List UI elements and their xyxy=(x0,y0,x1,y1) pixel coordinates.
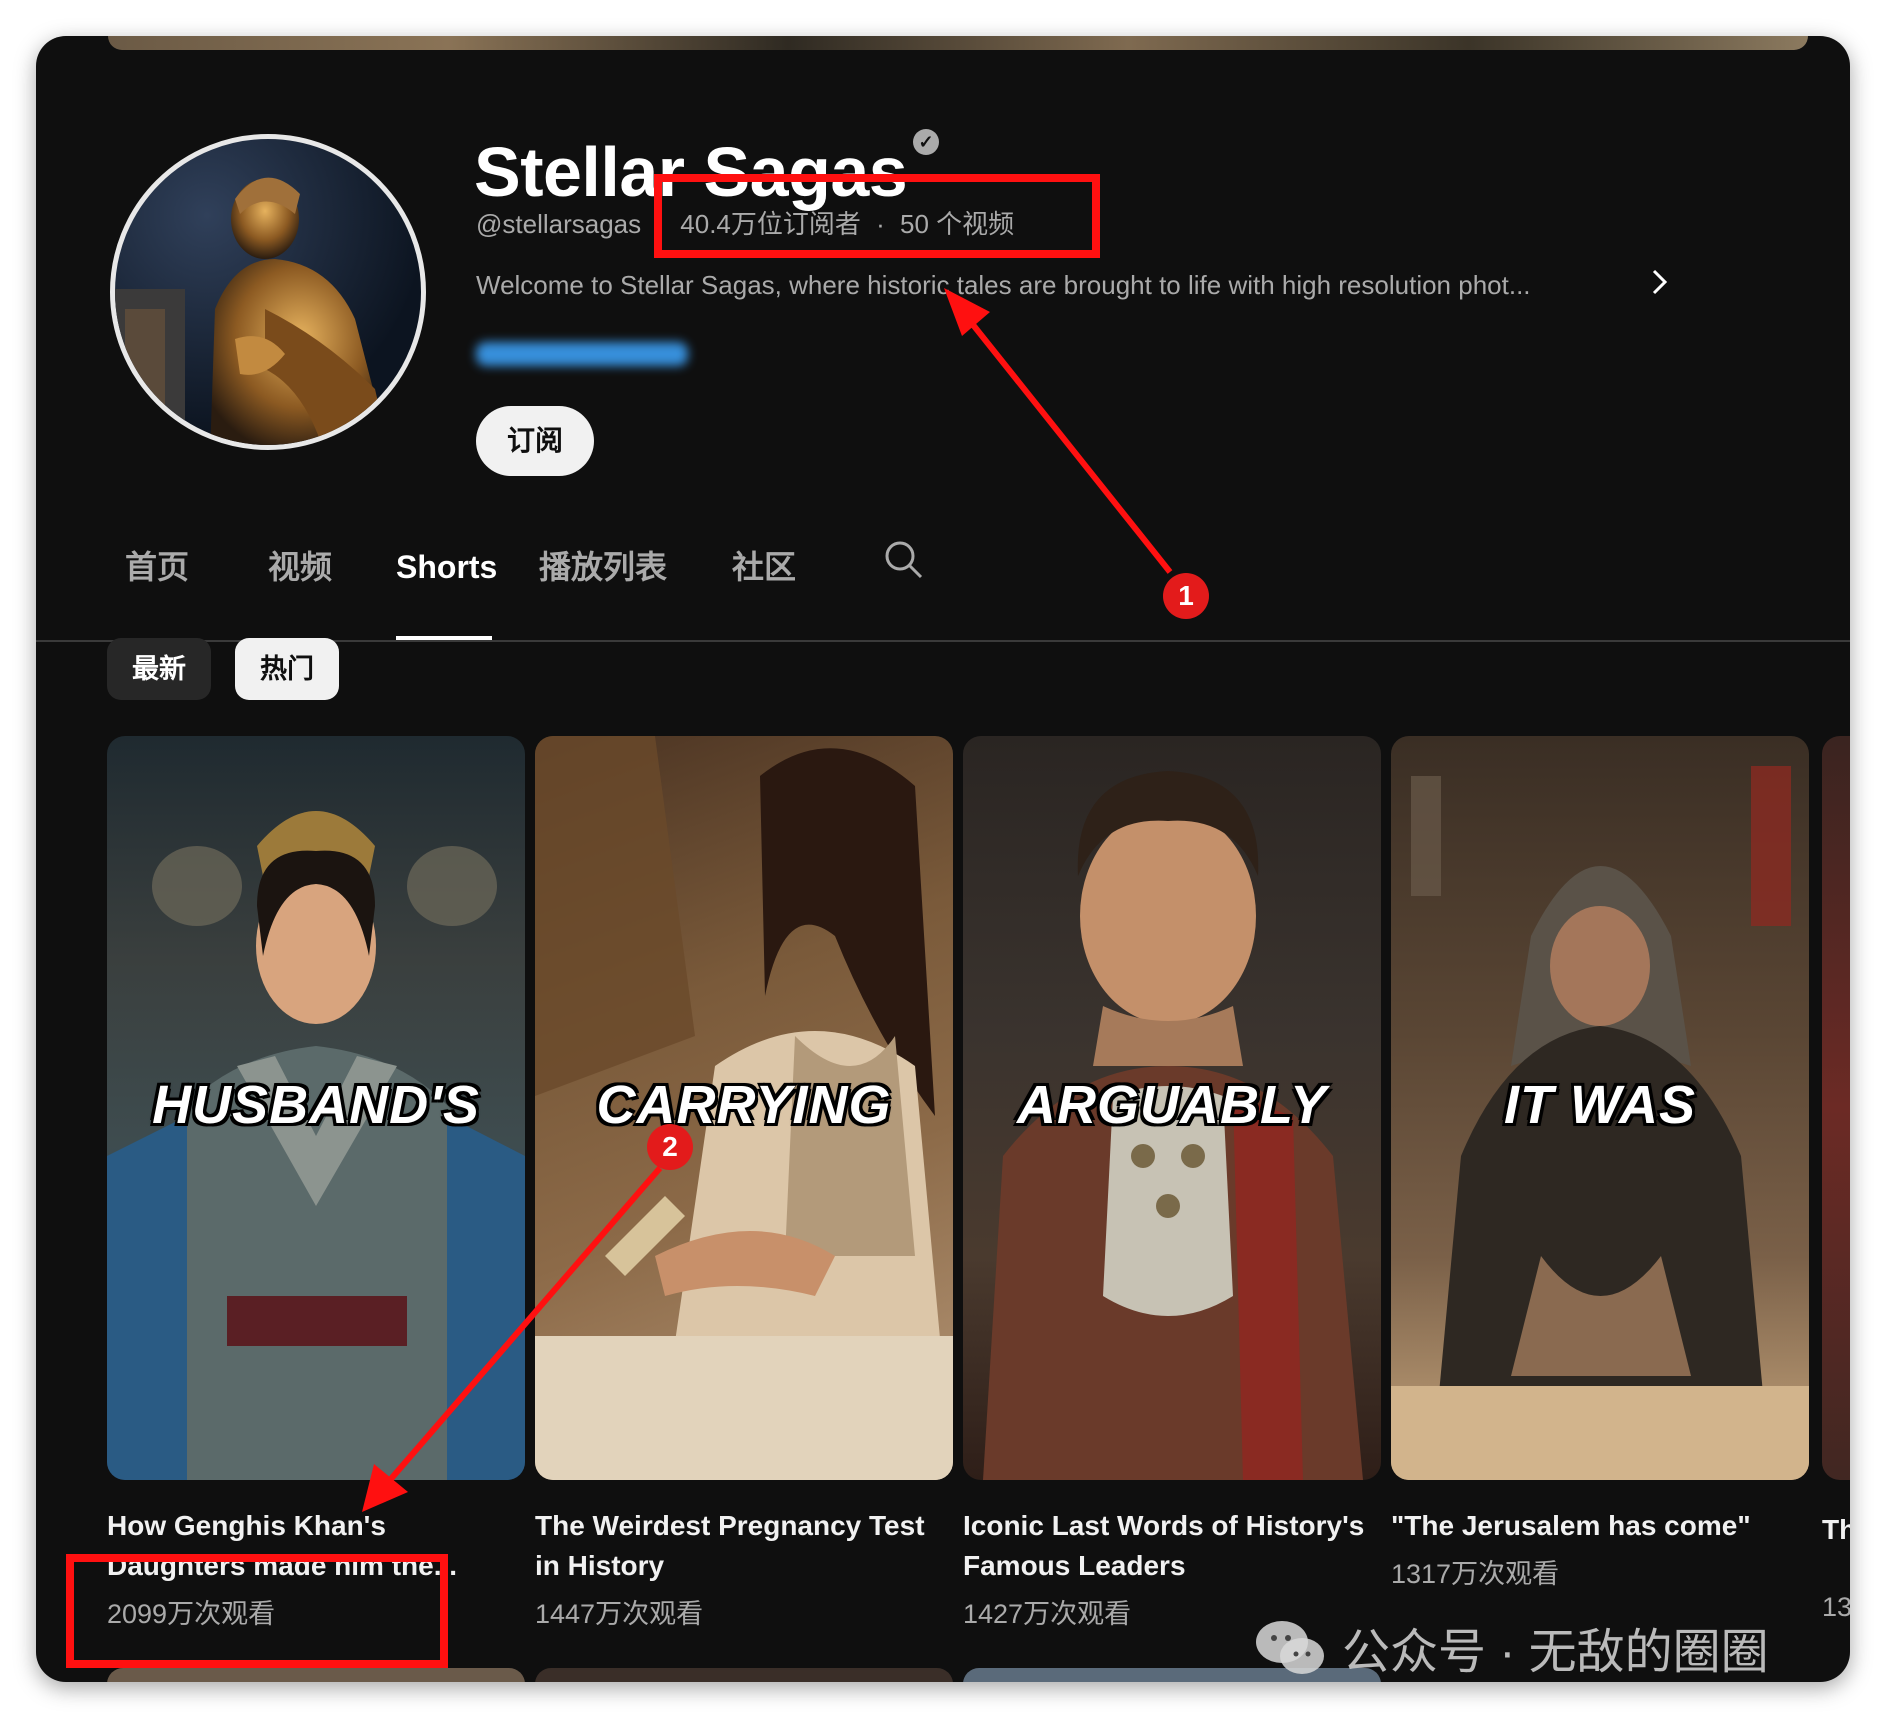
annotation-badge-1: 1 xyxy=(1163,573,1209,619)
annotation-badge-2: 2 xyxy=(647,1124,693,1170)
annotation-arrows xyxy=(362,288,1173,1512)
